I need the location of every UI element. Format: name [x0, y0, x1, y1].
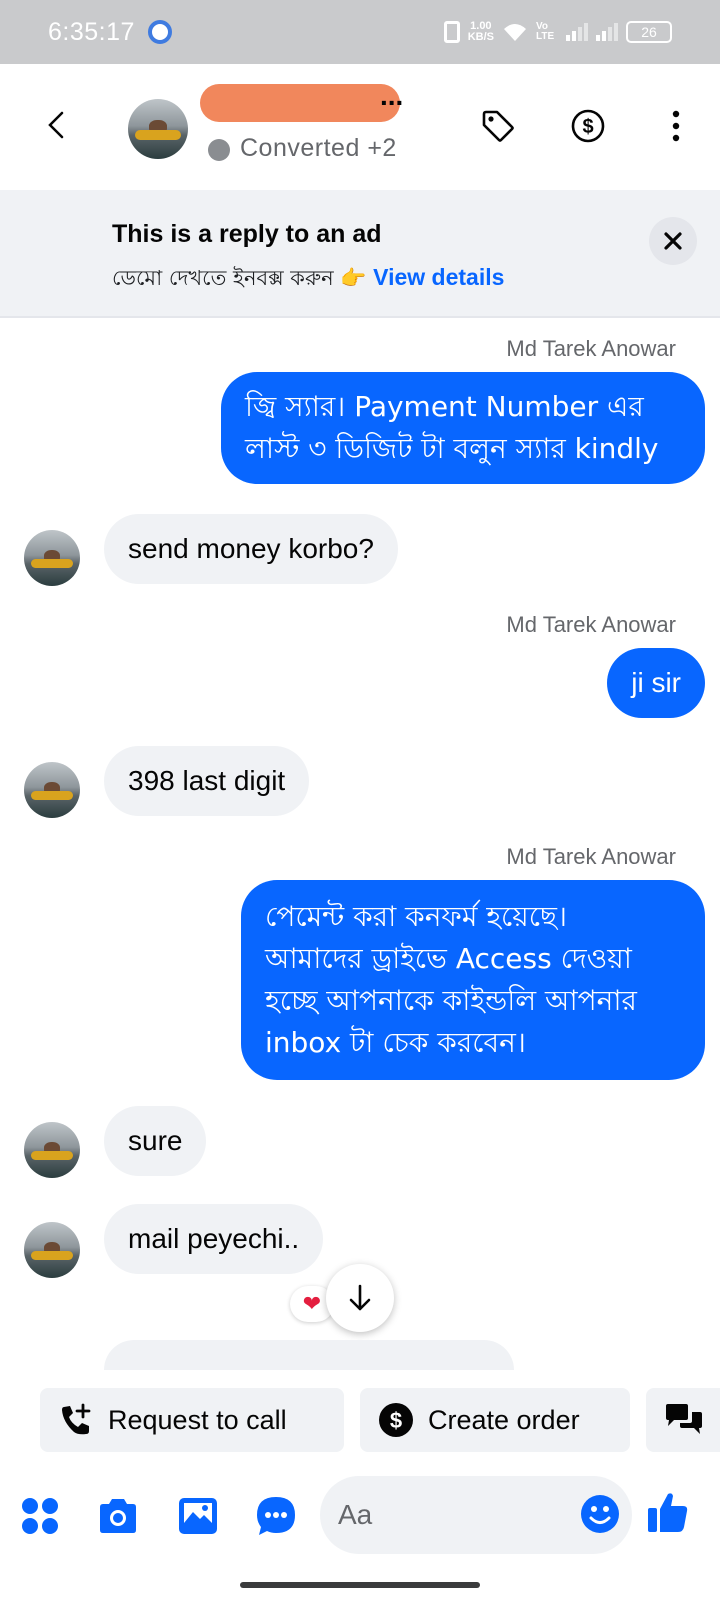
- signal-icon-2: [596, 23, 618, 41]
- create-order-label: Create order: [428, 1404, 580, 1435]
- contact-avatar[interactable]: [128, 99, 188, 159]
- message-line: জ্বি স্যার। Payment Number এর: [245, 390, 644, 423]
- incoming-message-partial[interactable]: [104, 1340, 514, 1370]
- sender-name: Md Tarek Anowar: [506, 844, 676, 869]
- ad-reply-banner: This is a reply to an ad ডেমো দেখতে ইনবক…: [0, 190, 720, 318]
- gallery-button[interactable]: [176, 1494, 220, 1538]
- dollar-circle-icon: $: [571, 109, 605, 143]
- view-details-link[interactable]: View details: [373, 264, 504, 290]
- message-line: inbox টা চেক করবেন।: [265, 1026, 526, 1059]
- tag-icon: [482, 110, 514, 142]
- quick-actions-bar: Request to call $ Create order: [0, 1370, 720, 1452]
- signal-icon: [566, 23, 588, 41]
- outgoing-message[interactable]: ji sir: [607, 648, 705, 718]
- four-dots-icon: [22, 1498, 58, 1534]
- incoming-message[interactable]: 398 last digit: [104, 746, 310, 816]
- chat-dots-icon: [257, 1497, 295, 1535]
- status-dot-icon: [208, 139, 230, 161]
- image-icon: [179, 1498, 217, 1534]
- chat-bubbles-icon: [666, 1404, 702, 1434]
- smiley-icon: [581, 1495, 619, 1533]
- request-call-label: Request to call: [108, 1404, 287, 1435]
- saved-replies-button[interactable]: [254, 1494, 298, 1538]
- battery-icon: 26: [626, 21, 672, 43]
- create-order-button[interactable]: $ Create order: [360, 1388, 630, 1452]
- network-speed-unit: KB/S: [467, 31, 494, 43]
- message-line: ji sir: [631, 667, 681, 698]
- vertical-dots-icon: [672, 110, 680, 142]
- status-bar: 6:35:17 1.00 KB/S Vo LTE 26: [0, 0, 720, 64]
- contact-name-redacted[interactable]: [200, 84, 400, 122]
- contact-name-ellipsis: ...: [380, 80, 404, 111]
- outgoing-message[interactable]: জ্বি স্যার। Payment Number এর লাস্ট ৩ ডি…: [221, 372, 705, 484]
- sender-avatar[interactable]: [24, 1122, 80, 1178]
- ad-banner-title: This is a reply to an ad: [112, 220, 382, 248]
- ad-banner-text: ডেমো দেখতে ইনবক্স করুন 👉: [112, 266, 367, 290]
- more-options-button[interactable]: [656, 106, 696, 146]
- contact-status[interactable]: Converted +2: [240, 134, 397, 163]
- message-input[interactable]: [338, 1476, 558, 1554]
- status-time: 6:35:17: [48, 18, 135, 46]
- svg-text:$: $: [582, 116, 593, 138]
- app-notification-icon: [148, 20, 172, 44]
- message-line: পেমেন্ট করা কনফর্ম হয়েছে।: [265, 900, 568, 933]
- sender-avatar[interactable]: [24, 530, 80, 586]
- message-composer: [0, 1460, 720, 1570]
- status-icons: 1.00 KB/S Vo LTE 26: [443, 18, 672, 46]
- wifi-icon: [504, 24, 526, 41]
- outgoing-message[interactable]: পেমেন্ট করা কনফর্ম হয়েছে। আমাদের ড্রাইভ…: [241, 880, 705, 1080]
- sender-name: Md Tarek Anowar: [506, 612, 676, 637]
- incoming-message[interactable]: mail peyechi..: [104, 1204, 324, 1274]
- camera-icon: [100, 1499, 136, 1533]
- incoming-message[interactable]: send money korbo?: [104, 514, 398, 584]
- label-tag-button[interactable]: [478, 106, 518, 146]
- thumbs-up-icon: [648, 1493, 688, 1532]
- conversation-header: ... Converted +2 $: [0, 64, 720, 190]
- phone-plus-icon: [62, 1403, 91, 1435]
- close-icon: [664, 232, 682, 250]
- status-extra-count: +2: [367, 134, 397, 162]
- svg-text:$: $: [390, 1408, 402, 1433]
- emoji-button[interactable]: [580, 1494, 620, 1539]
- arrow-down-icon: [349, 1284, 371, 1311]
- home-indicator[interactable]: [240, 1582, 480, 1588]
- vibrate-icon: [443, 21, 460, 43]
- dollar-filled-icon: $: [379, 1403, 413, 1437]
- camera-button[interactable]: [96, 1494, 140, 1538]
- network-speed: 1.00 KB/S: [468, 21, 494, 43]
- back-arrow-icon[interactable]: [44, 110, 68, 140]
- request-call-button[interactable]: Request to call: [40, 1388, 344, 1452]
- close-banner-button[interactable]: [649, 217, 697, 265]
- like-button[interactable]: [646, 1490, 690, 1534]
- ad-banner-subtitle: ডেমো দেখতে ইনবক্স করুন 👉 View details: [112, 262, 504, 297]
- message-line: লাস্ট ৩ ডিজিট টা বলুন স্যার kindly: [245, 432, 659, 465]
- apps-button[interactable]: [18, 1494, 62, 1538]
- sender-name: Md Tarek Anowar: [506, 336, 676, 361]
- more-quick-action-button[interactable]: [646, 1388, 720, 1452]
- message-line: আমাদের ড্রাইভে Access দেওয়া: [265, 942, 632, 975]
- status-label: Converted: [240, 134, 360, 162]
- payment-button[interactable]: $: [568, 106, 608, 146]
- sender-avatar[interactable]: [24, 762, 80, 818]
- incoming-message[interactable]: sure: [104, 1106, 207, 1176]
- message-line: হচ্ছে আপনাকে কাইন্ডলি আপনার: [265, 984, 637, 1017]
- scroll-to-bottom-button[interactable]: [326, 1264, 394, 1332]
- message-thread[interactable]: Md Tarek Anowar জ্বি স্যার। Payment Numb…: [0, 320, 720, 1370]
- message-input-container[interactable]: [320, 1476, 632, 1554]
- volte-icon: Vo LTE: [536, 21, 555, 42]
- sender-avatar[interactable]: [24, 1222, 80, 1278]
